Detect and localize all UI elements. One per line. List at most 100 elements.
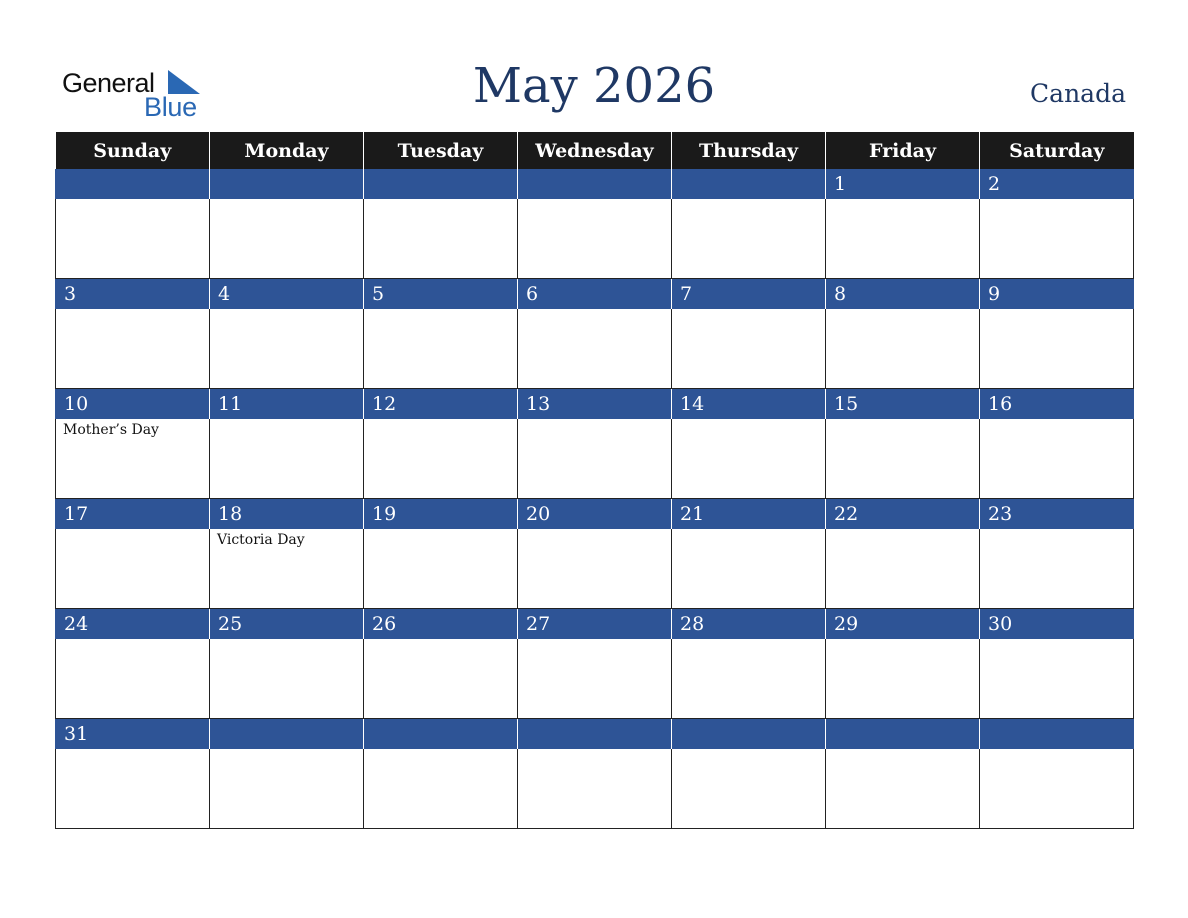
week-3-event-row: Mother’s Day [55,419,1134,499]
day-cell[interactable] [825,419,980,499]
day-number[interactable]: 10 [55,388,210,419]
day-cell[interactable] [671,309,826,389]
calendar-grid: Sunday Monday Tuesday Wednesday Thursday Frid… [55,132,1134,829]
day-number[interactable]: 21 [671,498,826,529]
day-number [209,169,364,199]
day-number[interactable]: 11 [209,388,364,419]
week-2-event-row [55,309,1134,389]
day-number[interactable]: 3 [55,278,210,309]
day-cell [55,199,210,279]
day-number[interactable]: 14 [671,388,826,419]
day-number[interactable]: 28 [671,608,826,639]
day-number[interactable]: 29 [825,608,980,639]
day-number[interactable]: 9 [979,278,1134,309]
day-cell [979,749,1134,829]
day-number[interactable]: 2 [979,169,1134,199]
day-number[interactable]: 13 [517,388,672,419]
day-cell[interactable] [55,639,210,719]
day-cell [363,199,518,279]
day-cell[interactable] [979,199,1134,279]
day-cell[interactable] [517,419,672,499]
week-5-date-row: 24 25 26 27 28 29 30 [55,608,1134,639]
day-cell[interactable] [363,419,518,499]
day-cell[interactable] [671,529,826,609]
week-2-date-row: 3456789 [55,278,1134,309]
weekday-header-wednesday: Wednesday [517,132,672,169]
day-number[interactable]: 23 [979,498,1134,529]
day-cell[interactable] [363,309,518,389]
day-cell[interactable] [825,309,980,389]
day-number[interactable]: 1 [825,169,980,199]
weekday-header-sunday: Sunday [55,132,210,169]
day-cell[interactable] [55,749,210,829]
day-cell[interactable] [671,639,826,719]
week-4-event-row: Victoria Day [55,529,1134,609]
weekday-header-tuesday: Tuesday [363,132,518,169]
day-cell[interactable] [979,529,1134,609]
day-number[interactable]: 18 [209,498,364,529]
weekday-header-monday: Monday [209,132,364,169]
day-cell[interactable]: Victoria Day [209,529,364,609]
day-number[interactable]: 4 [209,278,364,309]
day-number[interactable]: 25 [209,608,364,639]
day-number [363,169,518,199]
day-number[interactable]: 30 [979,608,1134,639]
week-5-event-row [55,639,1134,719]
day-cell [825,749,980,829]
day-number [671,169,826,199]
weekday-header-thursday: Thursday [671,132,826,169]
day-cell [517,199,672,279]
day-number [825,718,980,749]
week-1-date-row: 12 [55,169,1134,199]
day-cell[interactable] [825,639,980,719]
day-cell[interactable] [55,529,210,609]
day-cell[interactable] [825,199,980,279]
day-number[interactable]: 24 [55,608,210,639]
day-cell[interactable] [209,419,364,499]
day-cell[interactable] [363,529,518,609]
holiday-label: Mother’s Day [63,422,159,438]
day-cell[interactable]: Mother’s Day [55,419,210,499]
day-number[interactable]: 26 [363,608,518,639]
day-number [671,718,826,749]
day-cell[interactable] [979,639,1134,719]
week-1-event-row [55,199,1134,279]
day-cell[interactable] [517,309,672,389]
day-cell [671,199,826,279]
calendar-title: May 2026 [472,58,716,114]
day-cell[interactable] [671,419,826,499]
day-cell[interactable] [517,529,672,609]
day-cell [671,749,826,829]
day-number[interactable]: 6 [517,278,672,309]
day-cell [363,749,518,829]
weekday-header-saturday: Saturday [979,132,1134,169]
country-label: Canada [1030,79,1126,108]
day-cell[interactable] [55,309,210,389]
day-number[interactable]: 19 [363,498,518,529]
day-number[interactable]: 20 [517,498,672,529]
day-number[interactable]: 8 [825,278,980,309]
day-cell[interactable] [825,529,980,609]
day-number[interactable]: 17 [55,498,210,529]
day-number [979,718,1134,749]
day-cell[interactable] [209,639,364,719]
week-3-date-row: 10 11 12 13 14 15 16 [55,388,1134,419]
weekday-header-row: Sunday Monday Tuesday Wednesday Thursday Frid… [55,132,1134,169]
day-cell[interactable] [517,639,672,719]
day-cell[interactable] [363,639,518,719]
day-number[interactable]: 5 [363,278,518,309]
week-4-date-row: 17 18 19 20 21 22 23 [55,498,1134,529]
week-6-date-row: 31 [55,718,1134,749]
day-number[interactable]: 7 [671,278,826,309]
day-number[interactable]: 15 [825,388,980,419]
day-cell[interactable] [979,309,1134,389]
day-cell[interactable] [209,309,364,389]
day-number[interactable]: 22 [825,498,980,529]
day-number[interactable]: 27 [517,608,672,639]
day-cell[interactable] [979,419,1134,499]
holiday-label: Victoria Day [217,532,305,548]
day-number[interactable]: 31 [55,718,210,749]
day-number[interactable]: 16 [979,388,1134,419]
day-cell [209,199,364,279]
day-number[interactable]: 12 [363,388,518,419]
